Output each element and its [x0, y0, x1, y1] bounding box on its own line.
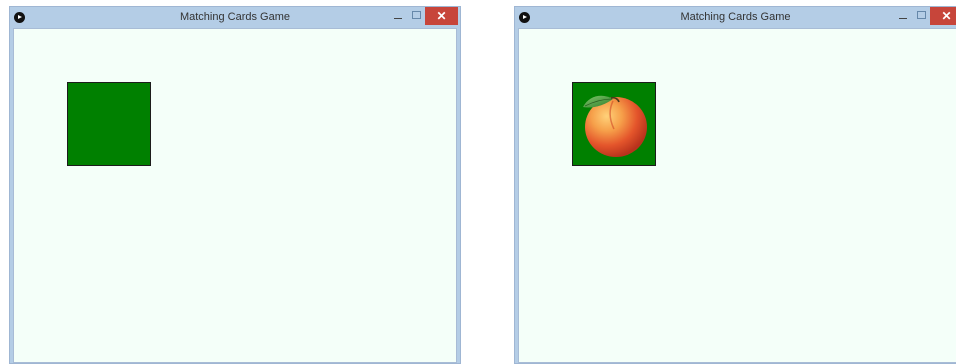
- maximize-button[interactable]: [911, 7, 931, 25]
- minimize-button[interactable]: [893, 7, 913, 25]
- minimize-button[interactable]: [388, 7, 408, 25]
- game-window-left: Matching Cards Game ✕: [9, 6, 461, 364]
- title-bar[interactable]: Matching Cards Game ✕: [515, 7, 956, 28]
- window-title: Matching Cards Game: [680, 11, 791, 23]
- close-button[interactable]: ✕: [930, 7, 956, 25]
- close-icon: ✕: [941, 9, 952, 23]
- maximize-button[interactable]: [406, 7, 426, 25]
- close-button[interactable]: ✕: [425, 7, 458, 25]
- game-canvas: [518, 28, 956, 363]
- game-canvas: [13, 28, 457, 363]
- title-bar[interactable]: Matching Cards Game ✕: [10, 7, 460, 28]
- card-face-down[interactable]: [67, 82, 151, 166]
- close-icon: ✕: [436, 9, 447, 23]
- game-window-right: Matching Cards Game ✕: [514, 6, 956, 364]
- card-face-up[interactable]: [572, 82, 656, 166]
- peach-image: [583, 95, 647, 157]
